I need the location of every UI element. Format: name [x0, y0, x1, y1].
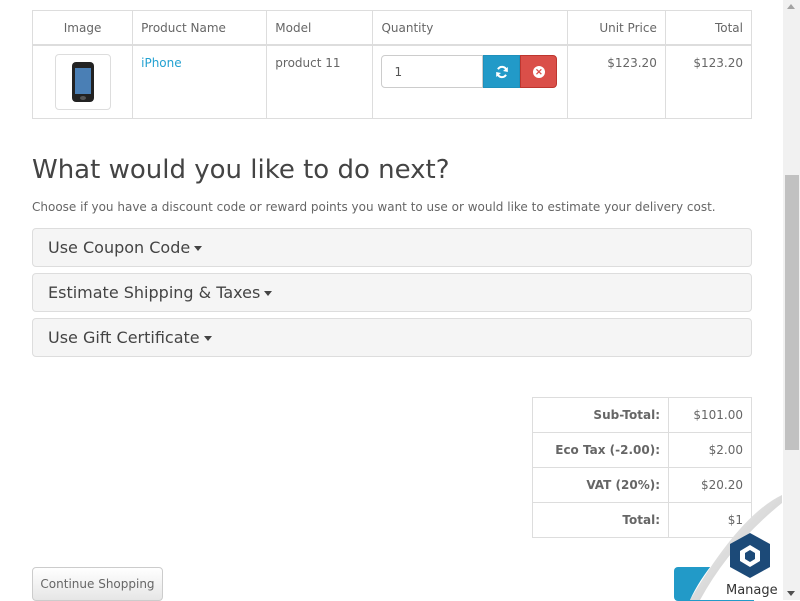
- vat-label: VAT (20%):: [532, 467, 669, 503]
- header-unit-price: Unit Price: [566, 10, 666, 46]
- quantity-group: ✕: [381, 55, 558, 88]
- times-circle-icon: ✕: [532, 65, 545, 78]
- next-steps-heading: What would you like to do next?: [32, 155, 450, 185]
- subtotal-label: Sub-Total:: [532, 397, 669, 433]
- header-image: Image: [31, 10, 134, 46]
- scrollbar-thumb[interactable]: [785, 175, 799, 450]
- quantity-cell: ✕: [372, 44, 568, 119]
- header-quantity: Quantity: [372, 10, 568, 46]
- iphone-image: [71, 62, 94, 102]
- total-label: Total:: [532, 502, 669, 538]
- update-button[interactable]: [483, 55, 521, 88]
- gift-certificate-panel[interactable]: Use Gift Certificate: [32, 318, 752, 357]
- cart-header-row: Image Product Name Model Quantity Unit P…: [31, 10, 753, 46]
- estimate-shipping-panel[interactable]: Estimate Shipping & Taxes: [32, 273, 752, 312]
- continue-shopping-button[interactable]: Continue Shopping: [32, 567, 163, 601]
- caret-down-icon: [194, 246, 203, 251]
- product-thumbnail[interactable]: [54, 54, 111, 110]
- line-total: $123.20: [664, 44, 753, 119]
- product-name-link[interactable]: iPhone: [141, 56, 182, 70]
- header-product-name: Product Name: [132, 10, 268, 46]
- eco-tax-value: $2.00: [668, 432, 752, 468]
- coupon-code-panel[interactable]: Use Coupon Code: [32, 228, 752, 267]
- quantity-input[interactable]: [381, 55, 484, 88]
- vertical-scrollbar[interactable]: [783, 0, 800, 600]
- cart-table: Image Product Name Model Quantity Unit P…: [31, 10, 753, 119]
- manage-label[interactable]: Manage: [726, 583, 778, 598]
- table-row: Eco Tax (-2.00): $2.00: [532, 432, 752, 468]
- product-image-cell: [31, 44, 134, 119]
- product-model: product 11: [266, 44, 374, 119]
- subtotal-value: $101.00: [668, 397, 752, 433]
- refresh-icon: [496, 65, 508, 78]
- unit-price: $123.20: [566, 44, 666, 119]
- eco-tax-label: Eco Tax (-2.00):: [532, 432, 669, 468]
- gift-certificate-label: Use Gift Certificate: [48, 328, 200, 347]
- caret-down-icon: [203, 336, 212, 341]
- scroll-up-arrow-icon[interactable]: [787, 4, 795, 9]
- table-row: iPhone product 11 ✕: [31, 44, 753, 119]
- remove-button[interactable]: ✕: [520, 55, 558, 88]
- estimate-shipping-label: Estimate Shipping & Taxes: [48, 283, 261, 302]
- coupon-code-label: Use Coupon Code: [48, 238, 191, 257]
- caret-down-icon: [264, 291, 273, 296]
- next-steps-intro: Choose if you have a discount code or re…: [32, 200, 716, 214]
- header-total: Total: [664, 10, 753, 46]
- scroll-down-arrow-icon[interactable]: [787, 591, 795, 596]
- table-row: Sub-Total: $101.00: [532, 397, 752, 433]
- product-name-cell: iPhone: [132, 44, 268, 119]
- header-model: Model: [266, 10, 374, 46]
